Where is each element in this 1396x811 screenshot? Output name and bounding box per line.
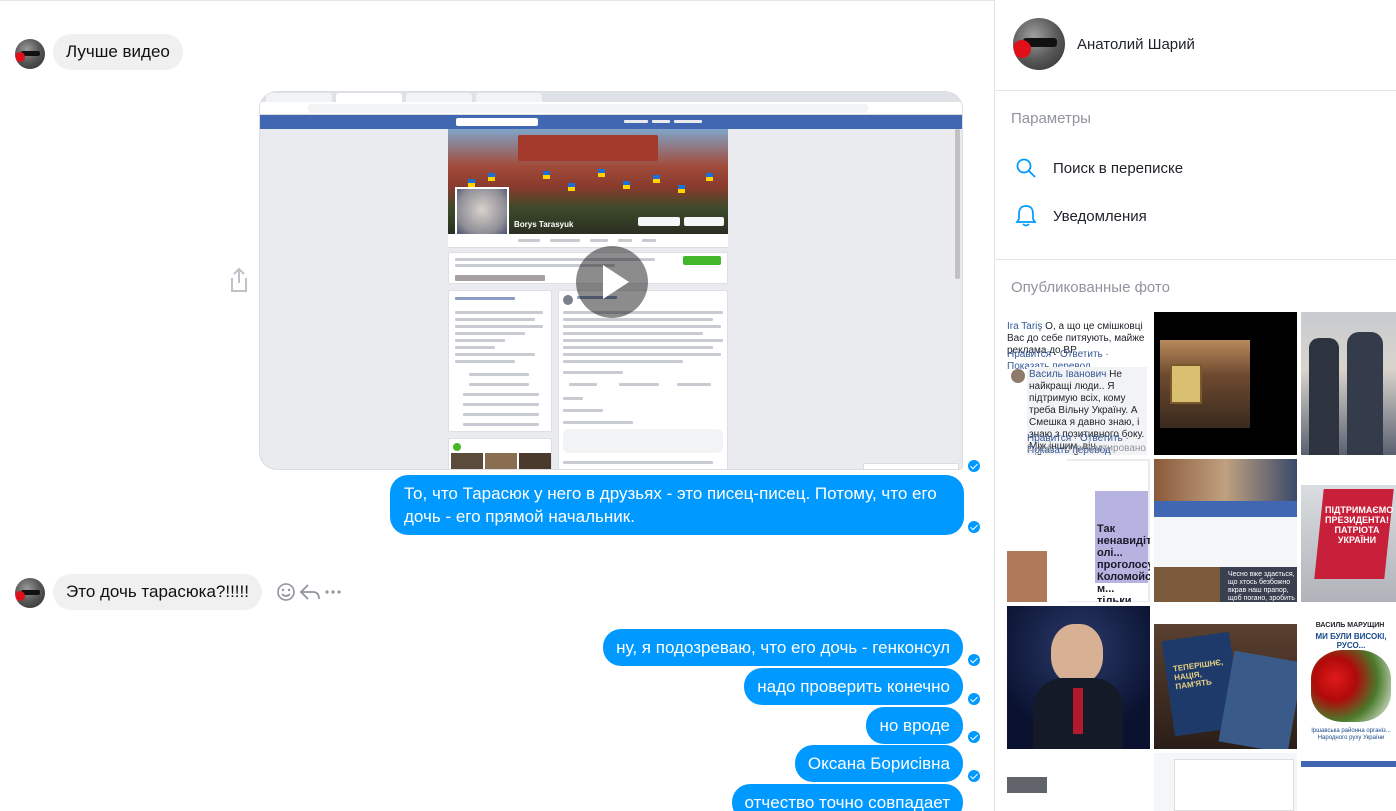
shared-photo[interactable]: Чесно вже здається, що хтось безбожно вк… bbox=[1154, 459, 1297, 602]
message-bubble-outgoing[interactable]: надо проверить конечно bbox=[744, 668, 963, 705]
avatar[interactable] bbox=[15, 39, 45, 69]
conversation-details-panel: Анатолий Шарий Параметры Поиск в перепис… bbox=[994, 0, 1396, 811]
shared-photo[interactable] bbox=[1154, 312, 1297, 455]
bell-icon bbox=[1015, 205, 1037, 227]
message-bubble-outgoing[interactable]: То, что Тарасюк у него в друзьях - это п… bbox=[390, 475, 964, 535]
option-label: Поиск в переписке bbox=[1053, 160, 1184, 177]
message-bubble-incoming[interactable]: Лучше видео bbox=[53, 34, 183, 70]
shared-photo[interactable]: ПІДТРИМАЄМО ПРЕЗИДЕНТА! ПАТРІОТА УКРАЇНИ bbox=[1301, 459, 1396, 602]
message-bubble-outgoing[interactable]: но вроде bbox=[866, 707, 963, 744]
options-title: Параметры bbox=[1011, 110, 1091, 127]
message-bubble-incoming[interactable]: Это дочь тарасюка?!!!!! bbox=[53, 574, 262, 610]
message-bubble-outgoing[interactable]: отчество точно совпадает bbox=[731, 784, 963, 811]
emoji-icon[interactable] bbox=[276, 582, 296, 602]
browser-address-bar bbox=[260, 102, 962, 115]
notifications-option[interactable]: Уведомления bbox=[1011, 203, 1381, 231]
profile-name: Borys Tarasyuk bbox=[514, 220, 574, 229]
scrollbar bbox=[955, 129, 960, 279]
seen-check-icon bbox=[968, 770, 980, 782]
conversation-pane: Лучше видео Borys Tarasyuk То, что Тарас… bbox=[0, 0, 994, 811]
shared-photo[interactable] bbox=[1007, 606, 1150, 749]
browser-tabs bbox=[260, 92, 962, 102]
search-icon bbox=[1016, 158, 1036, 178]
seen-check-icon bbox=[968, 654, 980, 666]
contact-name[interactable]: Анатолий Шарий bbox=[1077, 36, 1195, 53]
shared-photo[interactable]: ТЕПЕРІШНЄ, НАЦІЯ, ПАМ'ЯТЬ bbox=[1154, 606, 1297, 749]
shared-photo[interactable]: Так ненавидіти олі... проголосувати Коло… bbox=[1007, 459, 1150, 602]
shared-photo[interactable]: ВАСИЛЬ МАРУЩИН МИ БУЛИ ВИСОКІ, РУСО... І… bbox=[1301, 606, 1396, 749]
share-icon[interactable] bbox=[228, 267, 250, 293]
seen-check-icon bbox=[968, 731, 980, 743]
profile-tabs bbox=[448, 234, 728, 248]
shared-photo[interactable] bbox=[1301, 753, 1396, 811]
facebook-header bbox=[260, 115, 962, 129]
message-bubble-outgoing[interactable]: ну, я подозреваю, что его дочь - генконс… bbox=[603, 629, 963, 666]
shared-photo[interactable] bbox=[1007, 753, 1150, 811]
play-icon[interactable] bbox=[576, 246, 648, 318]
message-bubble-outgoing[interactable]: Оксана Борисівна bbox=[794, 745, 963, 782]
contact-header: Анатолий Шарий bbox=[995, 0, 1396, 91]
contact-avatar[interactable] bbox=[1013, 18, 1065, 70]
more-icon[interactable] bbox=[324, 582, 342, 602]
shared-photo[interactable]: Ira Tariş О, а що це смішковці Вас до се… bbox=[1007, 312, 1150, 455]
seen-check-icon bbox=[968, 521, 980, 533]
sidebar-card bbox=[448, 290, 552, 432]
option-label: Уведомления bbox=[1053, 208, 1147, 225]
shared-screenshot-video[interactable]: Borys Tarasyuk bbox=[259, 91, 963, 470]
seen-check-icon bbox=[968, 460, 980, 472]
shared-photos-title: Опубликованные фото bbox=[1011, 279, 1170, 296]
avatar[interactable] bbox=[15, 578, 45, 608]
post-card bbox=[558, 290, 728, 469]
seen-check-icon bbox=[968, 693, 980, 705]
shared-photo[interactable] bbox=[1301, 312, 1396, 455]
shared-photos-grid: Ira Tariş О, а що це смішковці Вас до се… bbox=[1007, 312, 1396, 811]
messenger-window: Лучше видео Borys Tarasyuk То, что Тарас… bbox=[0, 0, 1396, 811]
reply-icon[interactable] bbox=[299, 582, 321, 602]
search-in-conversation-option[interactable]: Поиск в переписке bbox=[1011, 155, 1381, 183]
message-actions bbox=[276, 581, 346, 603]
shared-photo[interactable] bbox=[1154, 753, 1297, 811]
